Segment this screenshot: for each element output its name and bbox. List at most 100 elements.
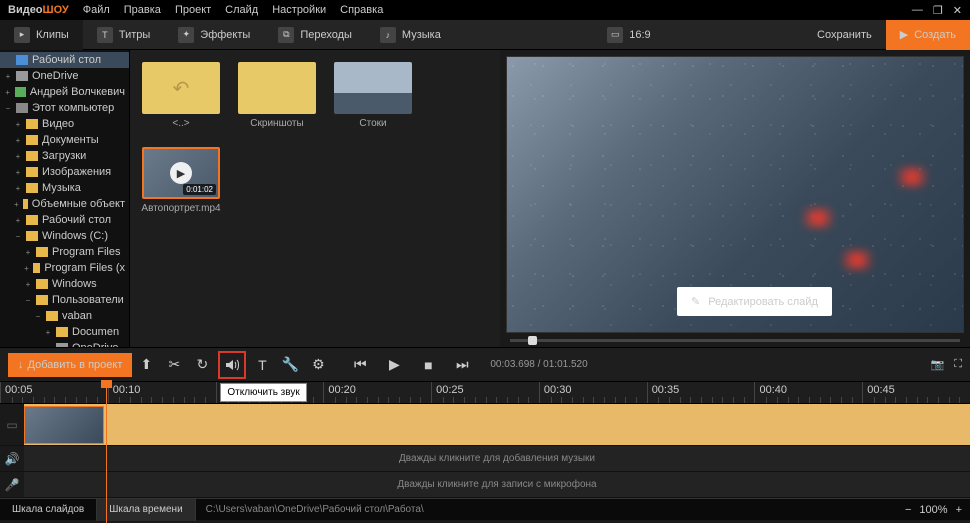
menu-edit[interactable]: Правка bbox=[124, 4, 161, 16]
next-button[interactable]: ⏭ bbox=[448, 351, 476, 379]
folder-tree: Рабочий стол+OneDrive+Андрей Волчкевич−Э… bbox=[0, 50, 130, 347]
transitions-icon: ⧉ bbox=[278, 27, 294, 43]
tree-item[interactable]: +Windows bbox=[0, 276, 129, 292]
file-browser: ↶<..> Скриншоты Стоки ▶0:01:02Автопортрет.m… bbox=[130, 50, 500, 347]
expand-icon[interactable]: + bbox=[14, 120, 22, 129]
save-button[interactable]: Сохранить bbox=[803, 20, 886, 50]
rotate-button[interactable]: ↻ bbox=[188, 351, 216, 379]
camera-icon: ▶ bbox=[900, 28, 908, 41]
text-button[interactable]: T bbox=[248, 351, 276, 379]
tab-effects[interactable]: ✦Эффекты bbox=[164, 20, 264, 50]
zoom-in-button[interactable]: + bbox=[956, 504, 962, 516]
tab-music[interactable]: ♪Музыка bbox=[366, 20, 455, 50]
tree-item[interactable]: Рабочий стол bbox=[0, 52, 129, 68]
thumb-label: Стоки bbox=[359, 118, 386, 129]
folder-icon bbox=[56, 327, 68, 337]
tree-item[interactable]: +Documen bbox=[0, 324, 129, 340]
tree-item[interactable]: +Рабочий стол bbox=[0, 212, 129, 228]
folder-icon bbox=[36, 279, 48, 289]
tree-item[interactable]: −vaban bbox=[0, 308, 129, 324]
tree-item[interactable]: +Program Files (x bbox=[0, 260, 129, 276]
tree-item[interactable]: −Пользователи bbox=[0, 292, 129, 308]
playhead[interactable] bbox=[106, 382, 107, 523]
tree-item[interactable]: +Музыка bbox=[0, 180, 129, 196]
tab-clips[interactable]: ▸Клипы bbox=[0, 20, 83, 50]
expand-icon[interactable]: + bbox=[24, 248, 32, 257]
zoom-out-button[interactable]: − bbox=[905, 504, 911, 516]
play-button[interactable]: ▶ bbox=[380, 351, 408, 379]
tab-slide-scale[interactable]: Шкала слайдов bbox=[0, 499, 97, 521]
menu-settings[interactable]: Настройки bbox=[272, 4, 326, 16]
ruler-segment: 00:20 bbox=[323, 382, 431, 403]
tree-item[interactable]: +Документы bbox=[0, 132, 129, 148]
effects-icon: ✦ bbox=[178, 27, 194, 43]
expand-icon[interactable]: − bbox=[14, 232, 22, 241]
window-min-icon[interactable]: — bbox=[912, 4, 923, 17]
tree-item[interactable]: −Этот компьютер bbox=[0, 100, 129, 116]
preview-seekbar[interactable] bbox=[506, 333, 964, 347]
thumb-label: Скриншоты bbox=[250, 118, 303, 129]
tree-item[interactable]: +Program Files bbox=[0, 244, 129, 260]
tree-label: Видео bbox=[42, 118, 74, 130]
expand-icon[interactable]: + bbox=[4, 72, 12, 81]
edit-slide-button[interactable]: ✎Редактировать слайд bbox=[677, 287, 832, 316]
time-ruler[interactable]: 00:0500:1000:1500:2000:2500:3000:3500:40… bbox=[0, 382, 970, 404]
expand-icon[interactable]: + bbox=[14, 200, 19, 209]
add-to-project-button[interactable]: ↓Добавить в проект bbox=[8, 353, 132, 377]
menu-project[interactable]: Проект bbox=[175, 4, 211, 16]
fullscreen-button[interactable]: ⛶ bbox=[954, 358, 962, 371]
folder-icon bbox=[15, 87, 26, 97]
tools-button[interactable]: 🔧 bbox=[276, 351, 304, 379]
expand-icon[interactable]: − bbox=[34, 312, 42, 321]
settings-button[interactable]: ⚙ bbox=[304, 351, 332, 379]
create-button[interactable]: ▶Создать bbox=[886, 20, 970, 50]
expand-icon[interactable]: + bbox=[24, 264, 29, 273]
thumbnail[interactable]: Стоки bbox=[334, 62, 412, 129]
seek-thumb[interactable] bbox=[528, 336, 537, 345]
tree-item[interactable]: −OneDrive bbox=[0, 340, 129, 347]
aspect-ratio[interactable]: ▭16:9 bbox=[593, 20, 664, 50]
timeline: 00:0500:1000:1500:2000:2500:3000:3500:40… bbox=[0, 381, 970, 498]
audio-track[interactable]: 🔊 Дважды кликните для добавления музыки bbox=[0, 446, 970, 472]
menu-slide[interactable]: Слайд bbox=[225, 4, 258, 16]
thumbnail[interactable]: ▶0:01:02Автопортрет.mp4 bbox=[142, 147, 220, 214]
tree-item[interactable]: +OneDrive bbox=[0, 68, 129, 84]
menu-help[interactable]: Справка bbox=[340, 4, 383, 16]
expand-icon[interactable]: − bbox=[24, 296, 32, 305]
tree-item[interactable]: + Андрей Волчкевич bbox=[0, 84, 129, 100]
expand-icon[interactable]: + bbox=[14, 168, 22, 177]
expand-icon[interactable]: + bbox=[14, 136, 22, 145]
expand-icon[interactable]: + bbox=[14, 152, 22, 161]
tree-item[interactable]: +Объемные объект bbox=[0, 196, 129, 212]
window-close-icon[interactable]: ✕ bbox=[953, 4, 962, 17]
preview-video[interactable]: ✎Редактировать слайд bbox=[506, 56, 964, 333]
mic-track[interactable]: 🎤 Дважды кликните для записи с микрофона bbox=[0, 472, 970, 498]
expand-icon[interactable]: − bbox=[4, 104, 12, 113]
expand-icon[interactable]: + bbox=[4, 88, 11, 97]
video-track[interactable]: ▭ bbox=[0, 404, 970, 446]
tab-titles[interactable]: TТитры bbox=[83, 20, 164, 50]
tab-time-scale[interactable]: Шкала времени bbox=[97, 499, 195, 521]
snapshot-button[interactable]: 📷 bbox=[931, 358, 945, 371]
tree-label: Андрей Волчкевич bbox=[30, 86, 125, 98]
tree-item[interactable]: −Windows (C:) bbox=[0, 228, 129, 244]
stop-button[interactable]: ■ bbox=[414, 351, 442, 379]
expand-icon[interactable]: + bbox=[44, 328, 52, 337]
expand-icon[interactable]: + bbox=[14, 184, 22, 193]
cut-button[interactable]: ✂ bbox=[160, 351, 188, 379]
mute-button[interactable]: Отключить звук bbox=[218, 351, 246, 379]
window-max-icon[interactable]: ❐ bbox=[933, 4, 943, 17]
home-button[interactable]: ⬆ bbox=[132, 351, 160, 379]
tab-transitions[interactable]: ⧉Переходы bbox=[264, 20, 366, 50]
tree-item[interactable]: +Загрузки bbox=[0, 148, 129, 164]
tree-item[interactable]: + Видео bbox=[0, 116, 129, 132]
thumbnail[interactable]: Скриншоты bbox=[238, 62, 316, 129]
expand-icon[interactable]: + bbox=[24, 280, 32, 289]
tree-item[interactable]: +Изображения bbox=[0, 164, 129, 180]
mute-tooltip: Отключить звук bbox=[220, 383, 306, 402]
expand-icon[interactable]: + bbox=[14, 216, 22, 225]
timeline-clip[interactable] bbox=[24, 406, 104, 444]
prev-button[interactable]: ⏮ bbox=[346, 351, 374, 379]
menu-file[interactable]: Файл bbox=[83, 4, 110, 16]
thumbnail[interactable]: ↶<..> bbox=[142, 62, 220, 129]
